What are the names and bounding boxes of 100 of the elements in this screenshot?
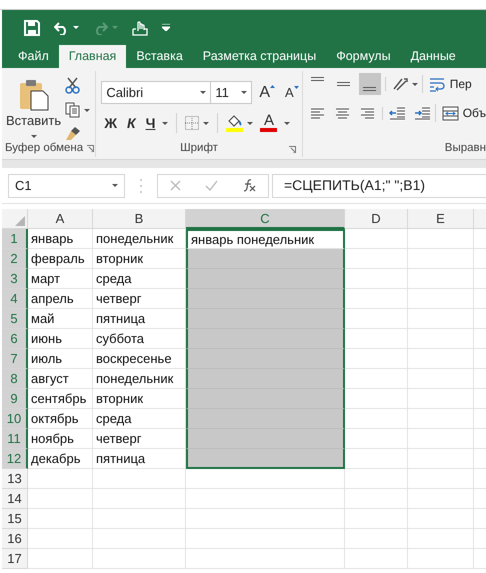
row-header[interactable]: 11 xyxy=(2,429,28,449)
table-cell[interactable] xyxy=(186,449,345,469)
table-cell[interactable]: январь xyxy=(28,229,93,249)
table-cell[interactable]: октябрь xyxy=(28,409,93,429)
row-header[interactable]: 1 xyxy=(2,229,28,249)
row-header[interactable]: 3 xyxy=(2,269,28,289)
shrink-font-button[interactable]: A xyxy=(282,85,302,100)
table-cell[interactable]: август xyxy=(28,369,93,389)
touch-mode-icon[interactable] xyxy=(132,20,148,36)
ribbon-tab[interactable]: Главная xyxy=(58,45,126,68)
cancel-icon[interactable] xyxy=(170,180,181,191)
table-cell[interactable] xyxy=(186,409,345,429)
merge-label[interactable]: Объ xyxy=(462,104,486,122)
align-bottom-button[interactable] xyxy=(358,73,381,95)
column-header[interactable]: B xyxy=(93,209,186,229)
grow-font-button[interactable]: A xyxy=(256,84,278,102)
triangle-icon xyxy=(270,84,276,88)
caret-icon[interactable] xyxy=(203,122,210,124)
row-header[interactable]: 6 xyxy=(2,329,28,349)
table-cell[interactable] xyxy=(186,289,345,309)
row-header[interactable]: 16 xyxy=(2,529,28,549)
ribbon-tab[interactable]: Файл xyxy=(2,45,59,68)
row-header[interactable]: 14 xyxy=(2,489,28,509)
row-header[interactable]: 13 xyxy=(2,469,28,489)
font-size-field[interactable]: 11 xyxy=(210,81,252,104)
row-header[interactable]: 15 xyxy=(2,509,28,529)
font-name-field[interactable]: Calibri xyxy=(101,81,212,104)
table-cell[interactable]: апрель xyxy=(28,289,93,309)
copy-icon[interactable] xyxy=(65,102,80,118)
table-cell[interactable]: май xyxy=(28,309,93,329)
table-cell[interactable] xyxy=(186,329,345,349)
underline-button[interactable]: Ч xyxy=(142,115,158,131)
decrease-indent-icon[interactable] xyxy=(388,106,406,120)
wrap-text-label[interactable]: Пер xyxy=(450,75,472,93)
table-cell[interactable] xyxy=(186,309,345,329)
caret-icon[interactable] xyxy=(247,122,254,124)
ribbon-tab[interactable]: Разметка страницы xyxy=(192,45,326,68)
table-cell[interactable]: ноябрь xyxy=(28,429,93,449)
borders-icon[interactable] xyxy=(185,116,200,130)
table-cell[interactable] xyxy=(186,389,345,409)
row-header[interactable]: 9 xyxy=(2,389,28,409)
paintbrush-icon[interactable] xyxy=(65,126,82,141)
column-header[interactable] xyxy=(474,209,486,229)
table-cell[interactable]: сентябрь xyxy=(28,389,93,409)
ribbon-tab[interactable]: Формулы xyxy=(326,45,401,68)
row-header[interactable]: 2 xyxy=(2,249,28,269)
column-header[interactable]: C xyxy=(186,209,345,229)
ribbon-tab[interactable]: Данные xyxy=(400,45,466,68)
scissors-icon[interactable] xyxy=(65,77,80,94)
table-cell[interactable]: июль xyxy=(28,349,93,369)
caret-icon[interactable] xyxy=(241,91,248,94)
table-cell[interactable]: февраль xyxy=(28,249,93,269)
undo-icon[interactable] xyxy=(54,20,69,34)
column-header[interactable]: A xyxy=(28,209,93,229)
row-header[interactable]: 5 xyxy=(2,309,28,329)
italic-button[interactable]: К xyxy=(124,115,139,131)
increase-indent-icon[interactable] xyxy=(414,106,431,120)
caret-icon[interactable] xyxy=(112,184,118,187)
caret-icon[interactable] xyxy=(162,122,168,124)
insert-function-icon[interactable] xyxy=(242,179,256,192)
table-cell[interactable] xyxy=(186,349,345,369)
caret-icon[interactable] xyxy=(284,122,290,124)
caret-icon[interactable] xyxy=(412,82,418,86)
wrap-text-icon[interactable] xyxy=(428,76,446,92)
font-color-button[interactable]: A xyxy=(257,114,280,132)
dialog-launcher-icon[interactable] xyxy=(87,144,94,152)
row-header[interactable]: 12 xyxy=(2,449,28,469)
table-cell[interactable]: июнь xyxy=(28,329,93,349)
table-cell[interactable] xyxy=(186,429,345,449)
table-cell[interactable] xyxy=(186,249,345,269)
row-header[interactable]: 8 xyxy=(2,369,28,389)
table-cell[interactable] xyxy=(186,369,345,389)
merge-cells-icon[interactable] xyxy=(442,106,459,120)
table-cell[interactable] xyxy=(186,269,345,289)
caret-icon[interactable] xyxy=(84,108,90,112)
checkmark-icon[interactable] xyxy=(205,180,218,191)
triangle-icon xyxy=(294,86,299,89)
bold-button[interactable]: Ж xyxy=(101,115,120,131)
table-cell[interactable]: декабрь xyxy=(28,449,93,469)
customize-icon[interactable] xyxy=(162,24,170,31)
row-header[interactable]: 10 xyxy=(2,409,28,429)
select-all-button[interactable] xyxy=(2,209,28,229)
row-header[interactable]: 17 xyxy=(2,549,28,569)
save-icon[interactable] xyxy=(24,20,40,36)
caret-icon xyxy=(112,26,118,29)
dialog-launcher-icon[interactable] xyxy=(288,146,296,153)
caret-icon[interactable] xyxy=(200,91,206,94)
caret-icon[interactable] xyxy=(30,135,37,138)
column-header[interactable]: D xyxy=(345,209,408,229)
orientation-icon[interactable] xyxy=(392,77,408,91)
fill-color-icon[interactable] xyxy=(226,114,244,132)
name-box[interactable]: C1 xyxy=(8,174,125,198)
ribbon-tab[interactable]: Вставка xyxy=(126,45,193,68)
table-cell[interactable]: март xyxy=(28,269,93,289)
paste-button[interactable]: Вставить xyxy=(2,71,66,141)
row-header[interactable]: 4 xyxy=(2,289,28,309)
caret-icon[interactable] xyxy=(73,26,79,29)
table-cell[interactable]: январь понедельник xyxy=(186,229,345,249)
row-header[interactable]: 7 xyxy=(2,349,28,369)
column-header[interactable]: E xyxy=(408,209,474,229)
